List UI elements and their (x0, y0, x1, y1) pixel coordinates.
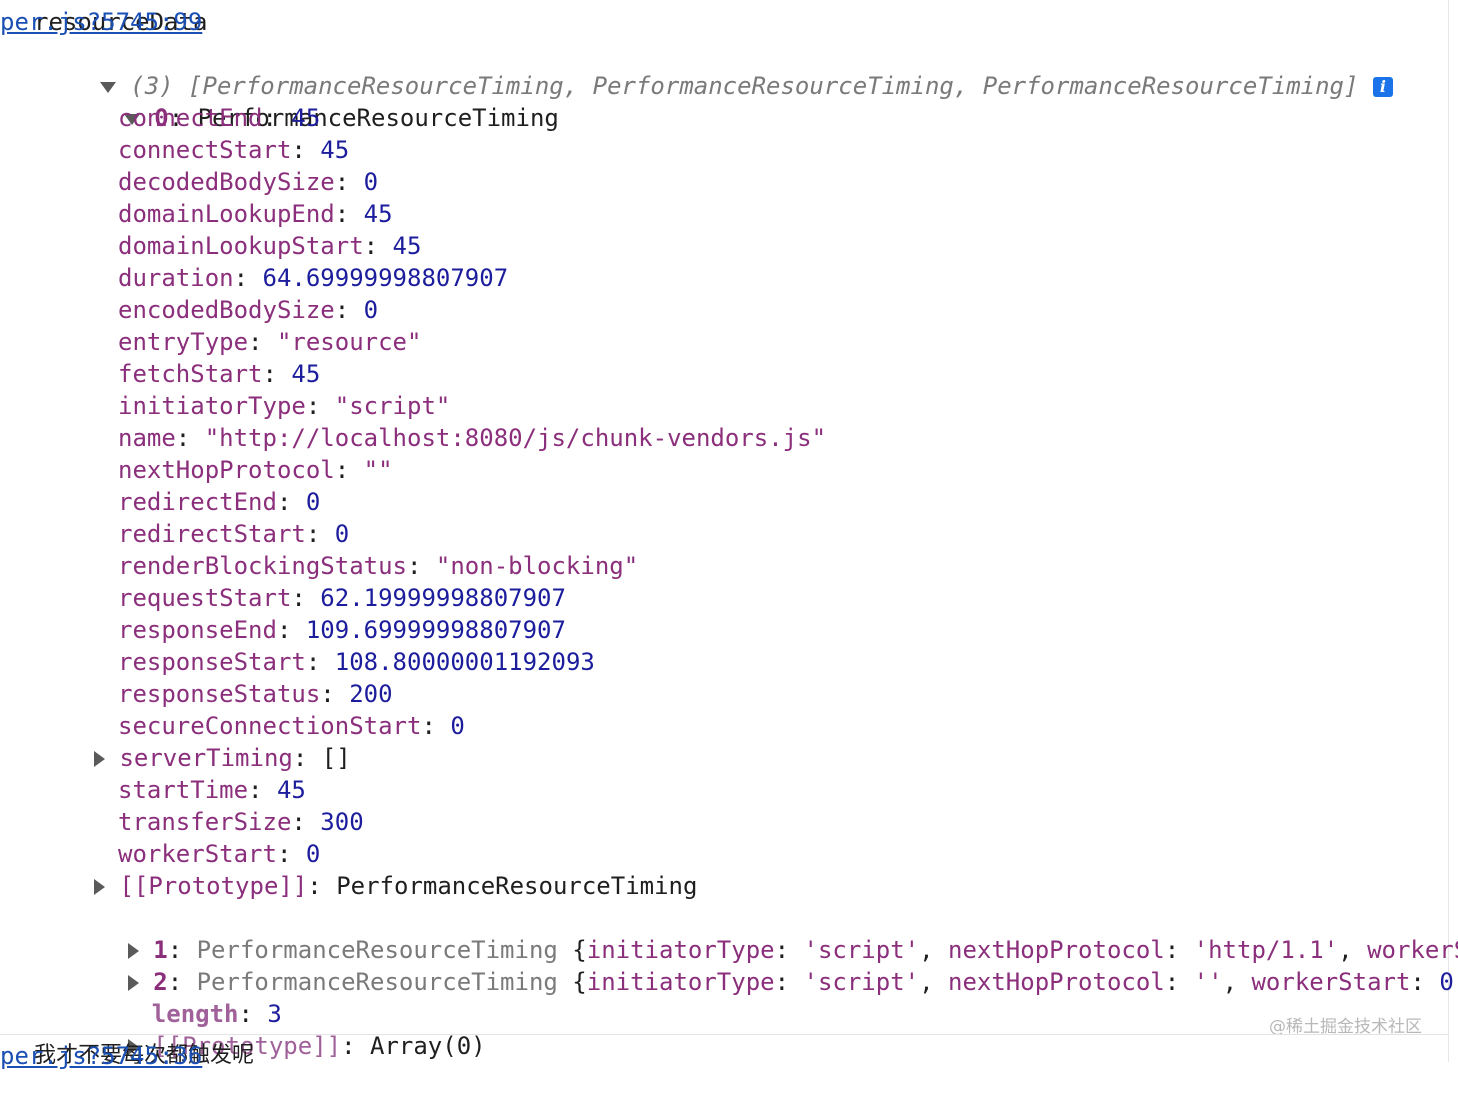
property-value: 45 (291, 104, 321, 132)
log-separator (0, 1034, 1448, 1035)
property-value: "non-blocking" (435, 552, 639, 580)
property-row: domainLookupEnd: 45 (118, 200, 393, 228)
property-key: connectEnd (118, 104, 263, 132)
disclosure-triangle-icon[interactable] (94, 879, 105, 895)
property-row: encodedBodySize: 0 (118, 296, 379, 324)
property-row: responseStatus: 200 (118, 680, 393, 708)
property-key: serverTiming (119, 744, 293, 772)
property-value: 108.80000001192093 (334, 648, 595, 676)
property-row: decodedBodySize: 0 (118, 168, 379, 196)
property-row: requestStart: 62.19999998807907 (118, 584, 566, 612)
property-row: connectEnd: 45 (118, 104, 321, 132)
property-key: [[Prototype]] (119, 872, 308, 900)
property-key: connectStart (118, 136, 292, 164)
property-value: 0 (334, 520, 350, 548)
property-value: 109.69999998807907 (305, 616, 566, 644)
property-value: "http://localhost:8080/js/chunk-vendors.… (204, 424, 827, 452)
preview-key: nextHopProtocol (948, 968, 1165, 996)
preview-key: initiatorType (586, 968, 775, 996)
property-value: 0 (363, 168, 379, 196)
property-value: PerformanceResourceTiming (336, 872, 698, 900)
property-value: "script" (334, 392, 451, 420)
property-value: 0 (305, 840, 321, 868)
property-key: domainLookupEnd (118, 200, 335, 228)
property-key: transferSize (118, 808, 292, 836)
property-row: secureConnectionStart: 0 (118, 712, 465, 740)
property-value: 0 (305, 488, 321, 516)
property-row: workerStart: 0 (118, 840, 321, 868)
property-row: renderBlockingStatus: "non-blocking" (118, 552, 639, 580)
console-panel: resourceData per.js?5745:99 (3) [Perform… (0, 0, 1458, 1070)
property-key: renderBlockingStatus (118, 552, 407, 580)
array-prototype-row[interactable]: [[Prototype]]: Array(0) (70, 998, 486, 1060)
property-key: responseEnd (118, 616, 277, 644)
property-key: secureConnectionStart (118, 712, 422, 740)
property-row: transferSize: 300 (118, 808, 364, 836)
property-row: responseEnd: 109.69999998807907 (118, 616, 566, 644)
property-value: 62.19999998807907 (320, 584, 566, 612)
item-2-row[interactable]: 2: PerformanceResourceTiming {initiatorT… (70, 934, 1458, 996)
property-row: responseStart: 108.80000001192093 (118, 648, 595, 676)
property-value: 0 (450, 712, 465, 740)
source-link[interactable]: per.js?5745:99 (0, 6, 1411, 38)
property-value: 0 (363, 296, 379, 324)
property-key: responseStatus (118, 680, 321, 708)
property-key: requestStart (118, 584, 292, 612)
property-key: entryType (118, 328, 249, 356)
property-key: nextHopProtocol (118, 456, 335, 484)
property-value: 45 (363, 200, 393, 228)
property-row: nextHopProtocol: "" (118, 456, 393, 484)
property-row[interactable]: serverTiming: [] (94, 742, 351, 774)
property-row: name: "http://localhost:8080/js/chunk-ve… (118, 424, 827, 452)
property-row: duration: 64.69999998807907 (118, 264, 509, 292)
property-value: [] (321, 744, 351, 772)
preview-value: 0 (1439, 968, 1454, 996)
property-key: redirectStart (118, 520, 306, 548)
preview-value: 'script' (803, 968, 920, 996)
property-value: 64.69999998807907 (262, 264, 509, 292)
property-value: 200 (349, 680, 393, 708)
property-key: domainLookupStart (118, 232, 364, 260)
property-value: 45 (291, 360, 321, 388)
property-key: redirectEnd (118, 488, 277, 516)
disclosure-triangle-icon[interactable] (94, 751, 105, 767)
property-key: name (118, 424, 176, 452)
item-1-row[interactable]: 1: PerformanceResourceTiming {initiatorT… (70, 902, 1458, 964)
property-key: workerStart (118, 840, 277, 868)
property-key: initiatorType (118, 392, 306, 420)
property-row: startTime: 45 (118, 776, 306, 804)
property-key: startTime (118, 776, 249, 804)
property-value: 45 (392, 232, 422, 260)
property-row: redirectEnd: 0 (118, 488, 321, 516)
property-row: entryType: "resource" (118, 328, 422, 356)
property-row: fetchStart: 45 (118, 360, 321, 388)
property-value: "" (363, 456, 393, 484)
property-key: decodedBodySize (118, 168, 335, 196)
property-row: connectStart: 45 (118, 136, 350, 164)
property-value: 300 (320, 808, 364, 836)
array-summary-row[interactable]: (3) [PerformanceResourceTiming, Performa… (42, 38, 1393, 100)
property-value: 45 (276, 776, 306, 804)
property-key: encodedBodySize (118, 296, 335, 324)
item-0-row[interactable]: 0: PerformanceResourceTiming (66, 70, 559, 132)
property-row: domainLookupStart: 45 (118, 232, 422, 260)
source-link[interactable]: per.js?5745:36 (0, 1040, 1411, 1072)
length-row: length: 3 (151, 1000, 282, 1028)
property-row[interactable]: [[Prototype]]: PerformanceResourceTiming (94, 870, 697, 902)
property-value: 45 (320, 136, 350, 164)
preview-key: workerStart (1251, 968, 1411, 996)
property-key: fetchStart (118, 360, 263, 388)
property-row: redirectStart: 0 (118, 520, 350, 548)
info-icon[interactable]: i (1372, 77, 1393, 97)
property-row: initiatorType: "script" (118, 392, 451, 420)
property-value: "resource" (276, 328, 422, 356)
property-key: responseStart (118, 648, 306, 676)
property-key: duration (118, 264, 234, 292)
preview-value: '' (1193, 968, 1223, 996)
